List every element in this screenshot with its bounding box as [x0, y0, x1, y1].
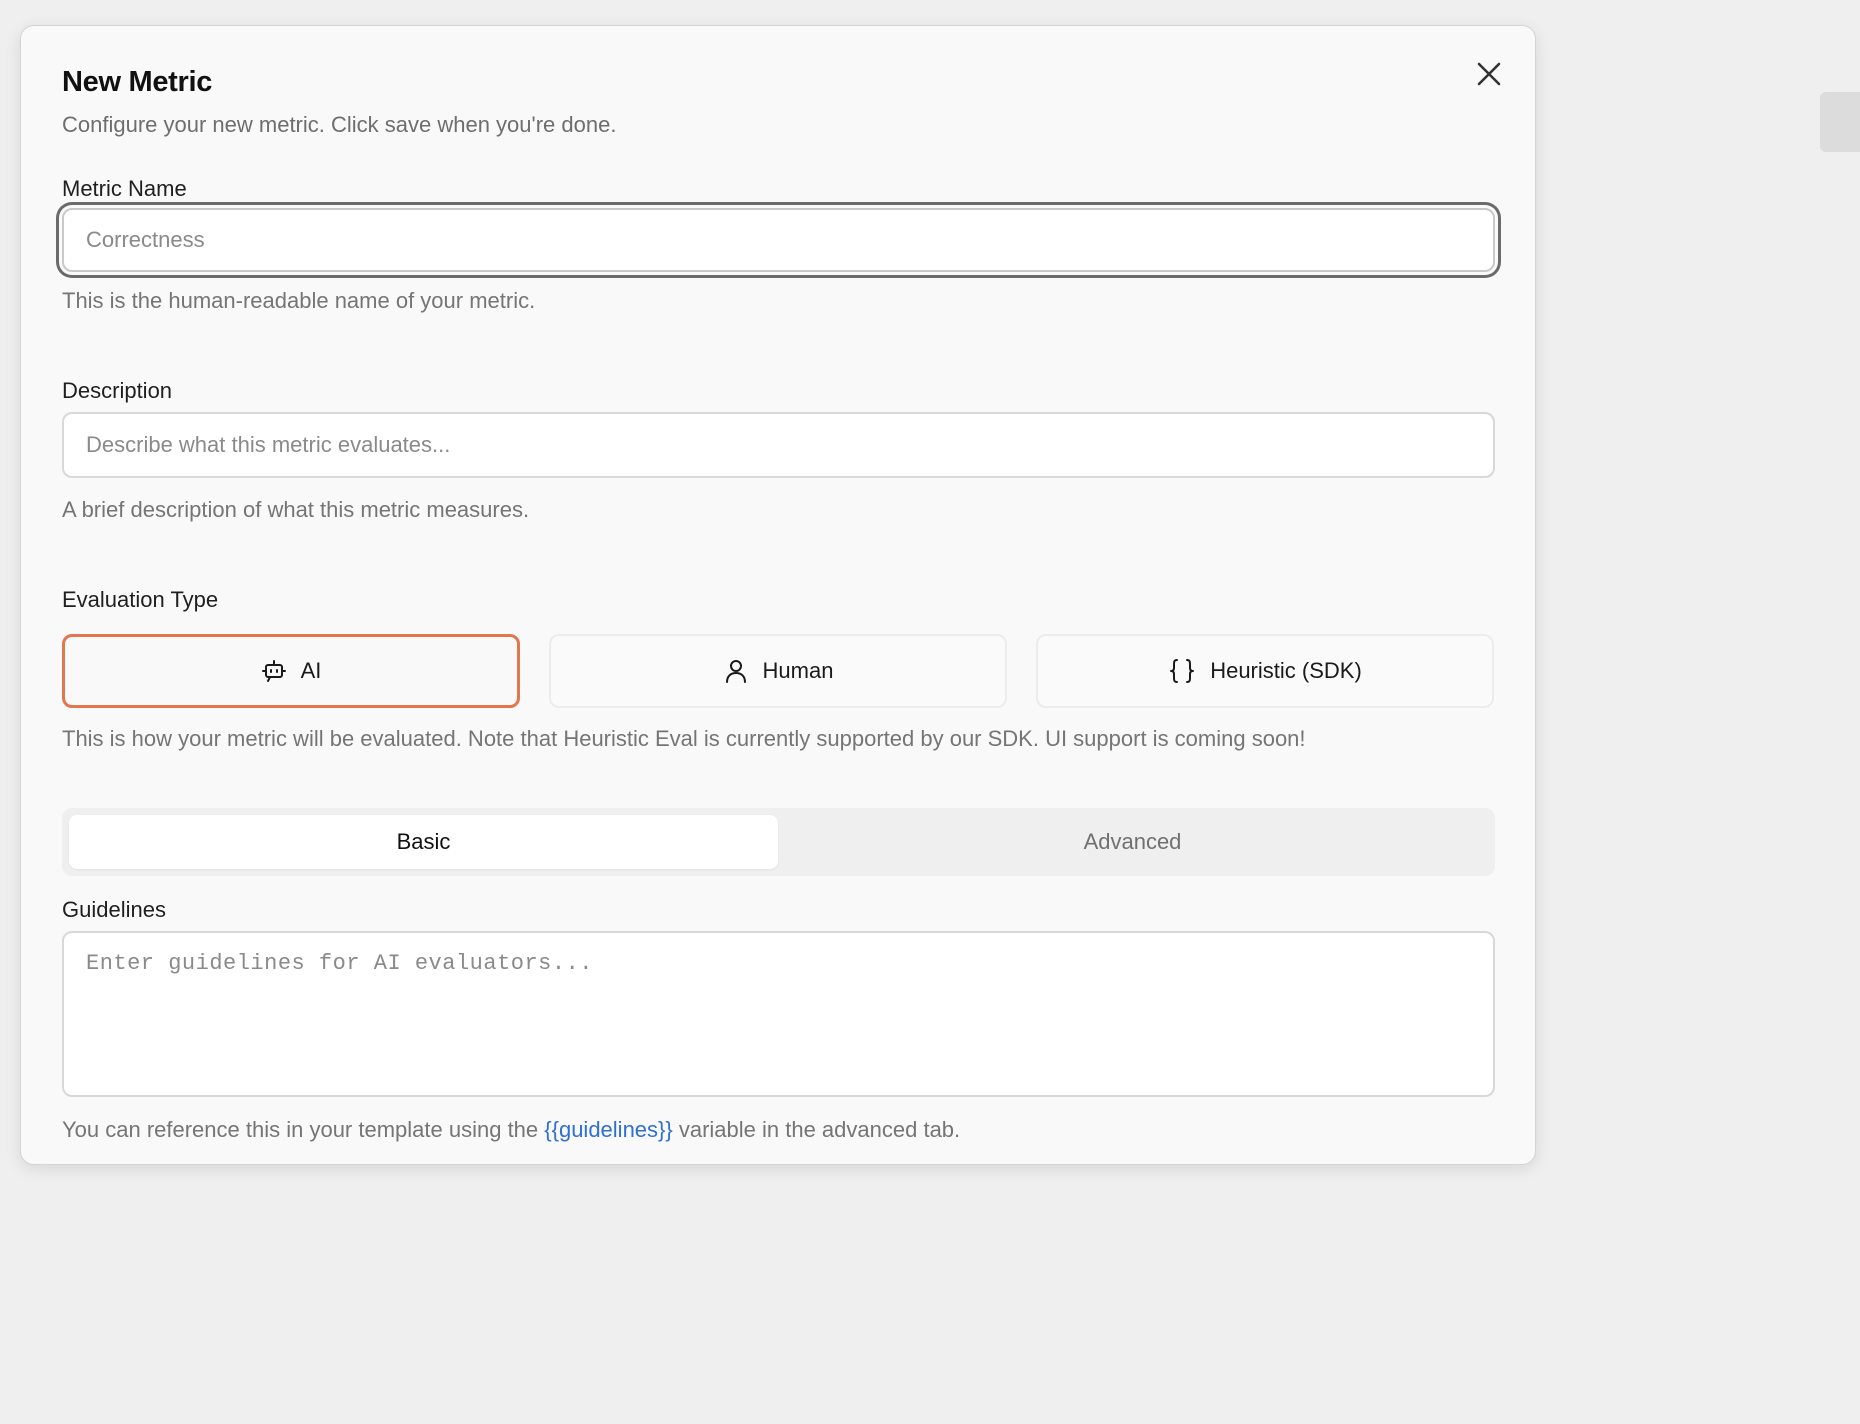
evaluation-type-options: AI Human Heuristic (SDK) — [62, 634, 1495, 708]
eval-type-human-button[interactable]: Human — [549, 634, 1007, 708]
description-label: Description — [62, 378, 173, 403]
guidelines-help-prefix: You can reference this in your template … — [62, 1117, 545, 1142]
eval-type-human-label: Human — [762, 658, 834, 683]
close-button[interactable] — [1473, 58, 1505, 90]
tab-basic[interactable]: Basic — [69, 815, 778, 869]
settings-tabs: Basic Advanced — [62, 808, 1495, 876]
close-icon — [1475, 60, 1503, 88]
metric-name-input[interactable] — [62, 208, 1495, 272]
new-metric-dialog: New Metric Configure your new metric. Cl… — [20, 25, 1536, 1165]
metric-name-help: This is the human-readable name of your … — [62, 288, 536, 313]
metric-name-label: Metric Name — [62, 176, 187, 201]
guidelines-variable-link: {{guidelines}} — [544, 1117, 673, 1142]
guidelines-label: Guidelines — [62, 897, 166, 922]
user-icon — [723, 658, 749, 684]
dialog-subtitle: Configure your new metric. Click save wh… — [62, 112, 617, 137]
guidelines-help: You can reference this in your template … — [62, 1117, 960, 1143]
bot-icon — [261, 658, 287, 684]
background-panel-edge — [1820, 92, 1860, 152]
eval-type-ai-button[interactable]: AI — [62, 634, 520, 708]
guidelines-help-suffix: variable in the advanced tab. — [672, 1117, 961, 1142]
description-help: A brief description of what this metric … — [62, 497, 530, 522]
guidelines-textarea[interactable] — [62, 931, 1495, 1097]
dialog-title: New Metric — [62, 66, 213, 98]
eval-type-heuristic-button[interactable]: Heuristic (SDK) — [1036, 634, 1494, 708]
evaluation-type-help: This is how your metric will be evaluate… — [62, 726, 1306, 751]
eval-type-heuristic-label: Heuristic (SDK) — [1210, 658, 1362, 683]
tab-advanced[interactable]: Advanced — [778, 815, 1487, 869]
evaluation-type-label: Evaluation Type — [62, 587, 219, 612]
braces-icon — [1168, 657, 1196, 685]
description-input[interactable] — [62, 412, 1495, 478]
eval-type-ai-label: AI — [300, 658, 322, 683]
